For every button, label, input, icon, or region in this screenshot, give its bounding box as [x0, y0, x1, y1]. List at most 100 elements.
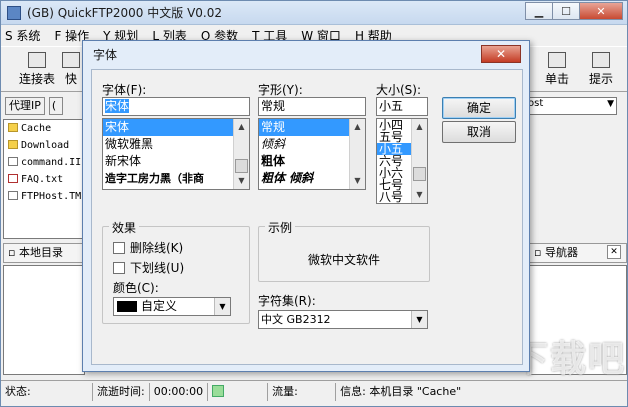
file-name: FTPHost.TM [21, 191, 82, 202]
sample-text: 微软中文软件 [307, 253, 380, 267]
strikethrough-checkbox[interactable]: 删除线(K) [113, 239, 183, 256]
host-combo[interactable]: ost [525, 97, 617, 115]
font-list-scrollbar[interactable]: ▲ ▼ [233, 119, 249, 189]
chevron-down-icon[interactable]: ▼ [214, 298, 230, 315]
sample-label: 示例 [265, 219, 296, 236]
elapsed-label: 流逝时间: [93, 382, 150, 401]
size-input[interactable]: 小五 [376, 97, 428, 116]
proxy-ip-field[interactable]: ( [48, 97, 63, 115]
menu-system[interactable]: S 系统 [5, 27, 40, 44]
font-list[interactable]: 宋体 微软雅黑 新宋体 造字工房力黑（非商 ▲ ▼ [102, 118, 250, 190]
file-name: command.II [21, 157, 82, 168]
charset-label: 字符集(R): [258, 294, 316, 308]
elapsed-value: 00:00:00 [150, 382, 209, 401]
style-label: 字形(Y): [258, 83, 303, 97]
style-list[interactable]: 常规 倾斜 粗体 粗体 倾斜 ▲ ▼ [258, 118, 366, 190]
folder-icon [8, 140, 18, 149]
scroll-up-icon[interactable]: ▲ [350, 119, 365, 135]
list-item[interactable]: 宋体 [103, 119, 249, 136]
file-name: FAQ.txt [21, 174, 64, 185]
local-file-list: Cache Download command.II FAQ.txt FTPHos… [3, 119, 85, 239]
text-file-icon [8, 174, 18, 183]
color-swatch [117, 301, 137, 312]
hint-icon [592, 52, 610, 68]
list-item[interactable]: Download [4, 137, 84, 154]
connect-icon [28, 52, 46, 68]
scroll-down-icon[interactable]: ▼ [350, 173, 365, 189]
size-label: 大小(S): [376, 83, 422, 97]
chevron-down-icon[interactable]: ▼ [411, 311, 427, 328]
connect-label: 连接表 [18, 72, 55, 86]
quick-label: 快 [64, 72, 77, 86]
font-input-value: 宋体 [105, 99, 130, 113]
style-list-scrollbar[interactable]: ▲ ▼ [349, 119, 365, 189]
list-item[interactable]: command.II [4, 154, 84, 171]
dialog-close-button[interactable]: ✕ [481, 45, 521, 63]
file-name: Cache [21, 123, 52, 134]
charset-value: 中文 GB2312 [261, 313, 331, 326]
strikethrough-label: 删除线(K) [130, 241, 184, 255]
local-dir-tree[interactable] [3, 265, 85, 375]
minimize-button[interactable]: ▁ [525, 2, 553, 20]
color-label: 颜色(C): [113, 281, 159, 295]
list-item[interactable]: 造字工房力黑（非商 [103, 170, 249, 187]
cancel-button[interactable]: 取消 [442, 121, 516, 143]
app-icon [7, 5, 21, 20]
list-item[interactable]: 新宋体 [103, 153, 249, 170]
proxy-ip-label: 代理IP [5, 97, 45, 115]
color-value: 自定义 [141, 299, 178, 313]
navigator-label: 导航器 [544, 246, 578, 259]
navigator-close-icon[interactable]: ✕ [607, 245, 621, 259]
hint-button[interactable]: 提示 [579, 51, 623, 89]
window-controls: ▁ ☐ ✕ [525, 2, 623, 20]
scroll-down-icon[interactable]: ▼ [234, 173, 249, 189]
size-list[interactable]: 小四 五号 小五 六号 小六 七号 八号 ▲ ▼ [376, 118, 428, 204]
list-item[interactable]: FAQ.txt [4, 171, 84, 188]
charset-select[interactable]: 中文 GB2312 ▼ [258, 310, 428, 329]
effects-group: 效果 删除线(K) 下划线(U) 颜色(C): 自定义 ▼ [102, 219, 250, 324]
quick-icon [62, 52, 80, 68]
quick-button[interactable]: 快 [59, 51, 83, 89]
single-click-button[interactable]: 单击 [535, 51, 579, 89]
list-item[interactable]: Cache [4, 120, 84, 137]
close-button[interactable]: ✕ [579, 2, 623, 20]
single-click-icon [548, 52, 566, 68]
file-icon [8, 157, 18, 166]
folder-icon [8, 123, 18, 132]
scroll-up-icon[interactable]: ▲ [412, 119, 427, 135]
hint-label: 提示 [588, 72, 613, 86]
color-select[interactable]: 自定义 ▼ [113, 297, 231, 316]
font-dialog: 字体 ✕ 字体(F): 宋体 宋体 微软雅黑 新宋体 造字工房力黑（非商 ▲ ▼ … [82, 40, 530, 372]
scroll-up-icon[interactable]: ▲ [234, 119, 249, 135]
file-icon [8, 191, 18, 200]
window-title: (GB) QuickFTP2000 中文版 V0.02 [27, 6, 222, 20]
single-click-label: 单击 [544, 72, 569, 86]
scroll-down-icon[interactable]: ▼ [412, 187, 427, 203]
info-text: 信息: 本机目录 "Cache" [340, 384, 462, 398]
style-input[interactable]: 常规 [258, 97, 366, 116]
dialog-title: 字体 [93, 48, 118, 62]
font-label: 字体(F): [102, 83, 147, 97]
connection-status-icon [208, 382, 269, 401]
local-dir-tab[interactable]: ▫ 本地目录 [3, 243, 85, 263]
title-bar: (GB) QuickFTP2000 中文版 V0.02 ▁ ☐ ✕ [1, 1, 627, 25]
status-bar: 状态: 流逝时间: 00:00:00 流量: 信息: 本机目录 "Cache" [1, 380, 627, 402]
sample-group: 示例 微软中文软件 [258, 219, 430, 282]
scroll-thumb[interactable] [235, 159, 248, 173]
size-list-scrollbar[interactable]: ▲ ▼ [411, 119, 427, 203]
effects-label: 效果 [109, 219, 140, 236]
dialog-body: 字体(F): 宋体 宋体 微软雅黑 新宋体 造字工房力黑（非商 ▲ ▼ 字形(Y)… [91, 69, 523, 365]
maximize-button[interactable]: ☐ [552, 2, 580, 20]
font-input[interactable]: 宋体 [102, 97, 250, 116]
status-label: 状态: [1, 382, 93, 401]
list-item[interactable]: FTPHost.TM [4, 188, 84, 205]
ok-button[interactable]: 确定 [442, 97, 516, 119]
list-item[interactable]: 微软雅黑 [103, 136, 249, 153]
scroll-thumb[interactable] [413, 167, 426, 181]
flow-label: 流量: [268, 382, 337, 401]
local-dir-label: 本地目录 [18, 246, 63, 259]
connect-button[interactable]: 连接表 [15, 51, 59, 89]
underline-checkbox[interactable]: 下划线(U) [113, 259, 184, 276]
underline-label: 下划线(U) [130, 261, 185, 275]
file-name: Download [21, 140, 70, 151]
